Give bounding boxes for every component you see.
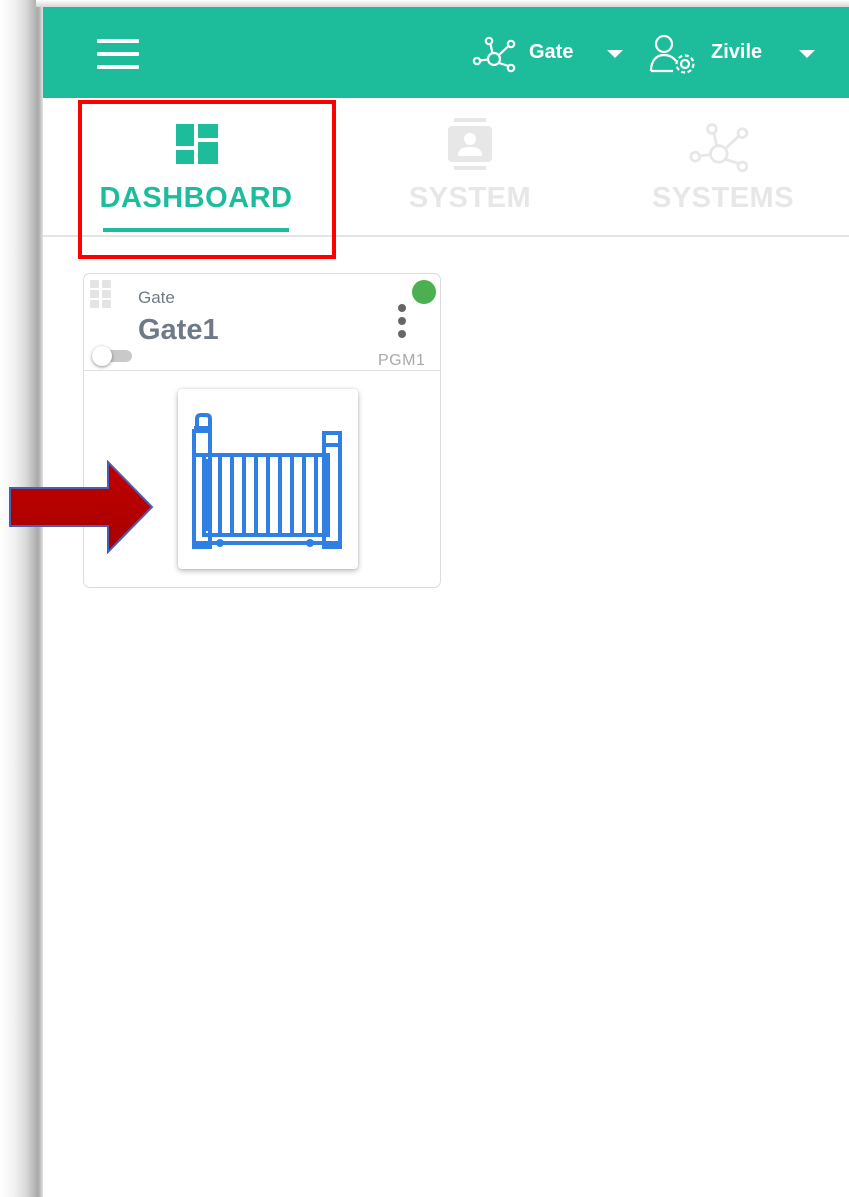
tab-system[interactable]: SYSTEM [345, 98, 595, 235]
tab-system-label: SYSTEM [408, 182, 532, 214]
caret-down-icon [607, 50, 623, 58]
system-selector[interactable]: Gate [471, 31, 623, 75]
user-selector[interactable]: Zivile [649, 31, 819, 75]
sliding-gate-icon [192, 413, 342, 549]
tab-dashboard-label: DASHBOARD [99, 182, 293, 214]
user-selector-label: Zivile [711, 41, 763, 63]
gate-toggle-switch[interactable] [90, 344, 132, 366]
status-indicator [412, 280, 436, 304]
dashboard-grid-icon [176, 124, 218, 164]
card-name: Gate1 [138, 314, 219, 346]
hamburger-menu-icon[interactable] [97, 39, 139, 69]
network-nodes-icon [472, 36, 516, 73]
more-options-icon[interactable] [394, 304, 410, 344]
top-app-bar: Gate Zivile [43, 7, 849, 98]
app-window: Gate Zivile DASHBOARD SYSTEM SYSTEMS Gat… [43, 7, 849, 1197]
toggle-thumb [92, 346, 112, 366]
system-selector-label: Gate [529, 41, 574, 63]
tab-bar: DASHBOARD SYSTEM SYSTEMS [43, 98, 849, 237]
caret-down-icon [799, 50, 815, 58]
network-nodes-icon [689, 123, 749, 173]
output-label: PGM1 [378, 352, 426, 369]
gate-control-button[interactable] [178, 389, 358, 569]
user-settings-icon [649, 34, 695, 74]
gate-card-header: Gate Gate1 PGM1 [84, 274, 440, 371]
contact-card-icon [448, 118, 492, 170]
active-tab-indicator [103, 228, 289, 232]
annotation-arrow-icon [9, 460, 154, 554]
card-type-label: Gate [138, 288, 175, 307]
window-frame-left [0, 0, 43, 1197]
tab-dashboard[interactable]: DASHBOARD [73, 98, 319, 235]
tab-systems[interactable]: SYSTEMS [597, 98, 849, 235]
tab-systems-label: SYSTEMS [651, 182, 795, 214]
drag-handle-icon[interactable] [90, 280, 112, 308]
window-frame-top [36, 0, 849, 7]
